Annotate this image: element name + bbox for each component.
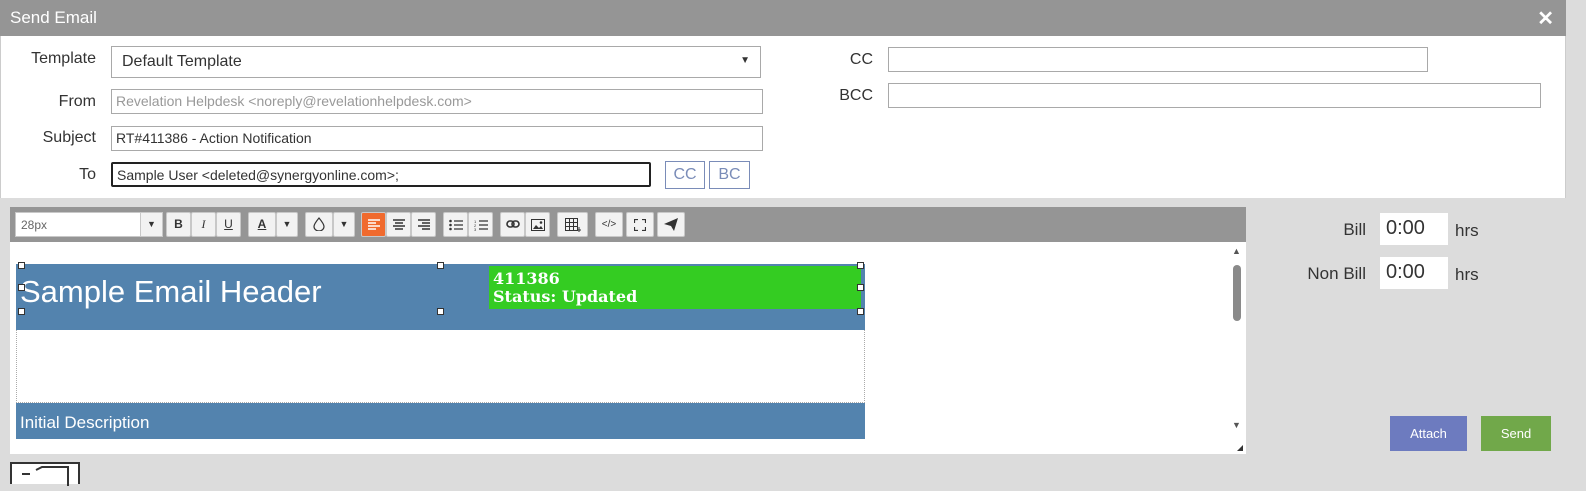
initial-description-header: Initial Description bbox=[16, 403, 865, 439]
dialog-titlebar: Send Email ✕ bbox=[0, 0, 1566, 36]
bill-unit: hrs bbox=[1455, 221, 1479, 240]
resize-handle[interactable] bbox=[18, 308, 25, 315]
non-bill-unit: hrs bbox=[1455, 265, 1479, 284]
align-left-icon[interactable] bbox=[361, 212, 386, 237]
template-label: Template bbox=[31, 50, 96, 67]
cc-toggle-button[interactable]: CC bbox=[665, 161, 705, 189]
collapse-panel-icon[interactable] bbox=[10, 462, 80, 486]
ticket-number: 411386 bbox=[493, 269, 560, 288]
resize-handle[interactable] bbox=[437, 308, 444, 315]
attach-button[interactable]: Attach bbox=[1390, 416, 1467, 451]
scroll-down-icon[interactable]: ▼ bbox=[1232, 420, 1241, 430]
bc-toggle-button[interactable]: BC bbox=[709, 161, 750, 189]
table-icon[interactable] bbox=[557, 212, 588, 237]
template-select[interactable]: Default Template ▼ bbox=[111, 46, 761, 78]
bill-label: Bill bbox=[1343, 220, 1366, 239]
align-right-icon[interactable] bbox=[411, 212, 436, 237]
subject-label: Subject bbox=[42, 129, 96, 146]
underline-button[interactable]: U bbox=[216, 212, 241, 237]
resize-handle[interactable] bbox=[437, 262, 444, 269]
chevron-down-icon: ▼ bbox=[140, 213, 162, 236]
bullet-list-icon[interactable] bbox=[443, 212, 468, 237]
from-label: From bbox=[58, 93, 96, 110]
bill-input[interactable]: 0:00 bbox=[1380, 213, 1448, 245]
email-header-title: Sample Email Header bbox=[20, 274, 322, 309]
image-icon[interactable] bbox=[525, 212, 550, 237]
resize-handle[interactable] bbox=[857, 284, 864, 291]
cc-label: CC bbox=[849, 51, 873, 68]
resize-handle[interactable] bbox=[857, 308, 864, 315]
dialog-title: Send Email bbox=[10, 8, 97, 27]
editor-toolbar: 28px ▼ B I U A ▼ ▼ 123 </> bbox=[10, 207, 1246, 242]
highlight-color-icon[interactable] bbox=[305, 212, 333, 237]
non-bill-label: Non Bill bbox=[1307, 264, 1366, 283]
to-field[interactable]: Sample User <deleted@synergyonline.com>; bbox=[111, 162, 651, 187]
align-center-icon[interactable] bbox=[386, 212, 411, 237]
numbered-list-icon[interactable]: 123 bbox=[468, 212, 493, 237]
resize-handle[interactable] bbox=[18, 262, 25, 269]
from-field[interactable]: Revelation Helpdesk <noreply@revelationh… bbox=[111, 89, 763, 114]
font-size-value: 28px bbox=[21, 218, 48, 232]
close-icon[interactable]: ✕ bbox=[1537, 6, 1554, 31]
italic-button[interactable]: I bbox=[191, 212, 216, 237]
subject-field[interactable]: RT#411386 - Action Notification bbox=[111, 126, 763, 151]
bcc-label: BCC bbox=[839, 87, 873, 104]
email-header-block[interactable]: Sample Email Header 411386 Status: Updat… bbox=[16, 264, 865, 330]
code-view-icon[interactable]: </> bbox=[595, 212, 623, 237]
font-color-button[interactable]: A bbox=[248, 212, 276, 237]
template-value: Default Template bbox=[122, 53, 242, 70]
editor-resize-grip-icon[interactable] bbox=[1237, 445, 1243, 451]
to-label: To bbox=[79, 166, 96, 183]
link-icon[interactable] bbox=[500, 212, 525, 237]
resize-handle[interactable] bbox=[18, 284, 25, 291]
scroll-thumb[interactable] bbox=[1233, 265, 1241, 321]
send-paper-plane-icon[interactable] bbox=[657, 212, 685, 237]
send-button[interactable]: Send bbox=[1481, 416, 1551, 451]
svg-text:3: 3 bbox=[474, 227, 477, 231]
ticket-status: Status: Updated bbox=[493, 287, 638, 306]
chevron-down-icon: ▼ bbox=[740, 55, 750, 66]
empty-body-row bbox=[16, 330, 865, 403]
font-size-select[interactable]: 28px ▼ bbox=[15, 212, 163, 237]
highlight-dropdown-icon[interactable]: ▼ bbox=[333, 212, 355, 237]
bcc-field[interactable] bbox=[888, 83, 1541, 108]
status-block: 411386 Status: Updated bbox=[489, 266, 861, 309]
non-bill-input[interactable]: 0:00 bbox=[1380, 257, 1448, 289]
scroll-up-icon[interactable]: ▲ bbox=[1232, 246, 1241, 256]
bold-button[interactable]: B bbox=[166, 212, 191, 237]
editor-scrollbar[interactable]: ▲ ▼ bbox=[1228, 242, 1246, 454]
cc-field[interactable] bbox=[888, 47, 1428, 72]
editor-content[interactable]: Sample Email Header 411386 Status: Updat… bbox=[10, 242, 1246, 454]
email-header-form: Template Default Template ▼ From Revelat… bbox=[0, 36, 1566, 198]
fullscreen-icon[interactable] bbox=[626, 212, 654, 237]
resize-handle[interactable] bbox=[857, 262, 864, 269]
rich-text-editor: 28px ▼ B I U A ▼ ▼ 123 </> Sample Email … bbox=[10, 207, 1246, 454]
font-color-dropdown-icon[interactable]: ▼ bbox=[276, 212, 298, 237]
